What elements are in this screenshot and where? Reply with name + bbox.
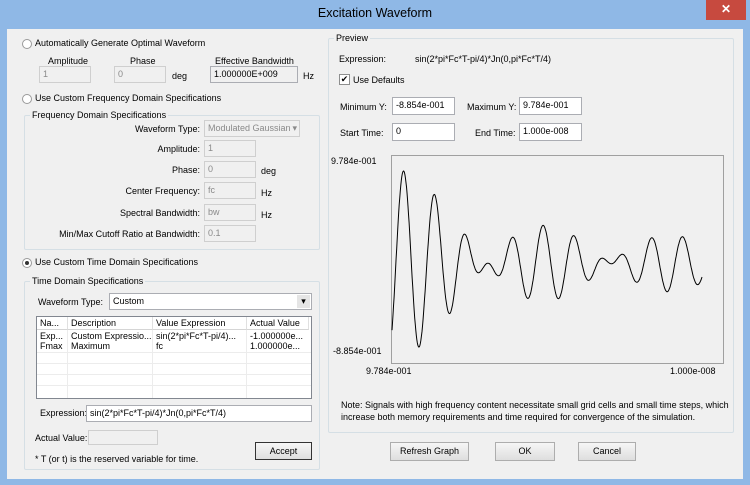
close-icon: ✕ (720, 2, 732, 16)
window-title: Excitation Waveform (317, 6, 433, 20)
cell-name: Fmax (40, 341, 63, 351)
maximum-y-input[interactable]: 9.784e-001 (519, 97, 582, 115)
freq-waveform-type-value: Modulated Gaussian (208, 123, 291, 133)
amplitude-header: Amplitude (48, 56, 89, 66)
end-time-input[interactable]: 1.000e-008 (519, 123, 582, 141)
column-header-description[interactable]: Description (68, 317, 153, 330)
waveform-chart (391, 155, 724, 364)
preview-title: Preview (334, 33, 371, 43)
expression-input[interactable]: sin(2*pi*Fc*T-pi/4)*Jn(0,pi*Fc*T/4) (86, 405, 312, 422)
time-domain-title: Time Domain Specifications (30, 276, 146, 286)
phase-header: Phase (130, 56, 156, 66)
cell-value-expression: fc (156, 341, 164, 351)
cutoff-ratio-input[interactable]: 0.1 (204, 225, 256, 242)
bandwidth-header: Effective Bandwidth (215, 56, 294, 66)
auto-generate-label: Automatically Generate Optimal Waveform (35, 38, 206, 48)
start-time-input[interactable]: 0 (392, 123, 455, 141)
maximum-y-label: Maximum Y: (467, 102, 517, 112)
spectral-bandwidth-input[interactable]: bw (204, 204, 256, 221)
minimum-y-label: Minimum Y: (340, 102, 387, 112)
close-button[interactable]: ✕ (706, 0, 746, 20)
frequency-domain-title: Frequency Domain Specifications (30, 110, 169, 120)
refresh-graph-button[interactable]: Refresh Graph (390, 442, 469, 461)
spectral-bandwidth-label: Spectral Bandwidth: (119, 208, 200, 218)
cancel-button[interactable]: Cancel (578, 442, 636, 461)
expression-label: Expression: (40, 408, 88, 418)
y-max-tick-label: 9.784e-001 (331, 156, 377, 166)
center-frequency-label: Center Frequency: (125, 186, 200, 196)
cell-description: Maximum Frequency (71, 341, 111, 351)
freq-phase-input[interactable]: 0 (204, 161, 256, 178)
end-time-label: End Time: (475, 128, 516, 138)
center-frequency-input[interactable]: fc (204, 182, 256, 199)
custom-frequency-radio[interactable] (22, 94, 32, 104)
preview-expression-value: sin(2*pi*Fc*T-pi/4)*Jn(0,pi*Fc*T/4) (415, 54, 552, 64)
use-defaults-label: Use Defaults (353, 75, 405, 85)
custom-time-label: Use Custom Time Domain Specifications (35, 257, 199, 267)
x-start-tick-label: 9.784e-001 (366, 366, 412, 376)
freq-phase-label: Phase: (171, 165, 200, 175)
minimum-y-input[interactable]: -8.854e-001 (392, 97, 455, 115)
auto-phase-input[interactable]: 0 (114, 66, 166, 83)
effective-bandwidth-input[interactable]: 1.000000E+009 (210, 66, 298, 83)
actual-value-input[interactable] (88, 430, 158, 445)
y-min-tick-label: -8.854e-001 (333, 346, 382, 356)
time-waveform-type-label: Waveform Type: (38, 297, 104, 307)
custom-time-radio[interactable] (22, 258, 32, 268)
bandwidth-unit: Hz (303, 71, 314, 81)
x-end-tick-label: 1.000e-008 (670, 366, 716, 376)
column-header-value-expression[interactable]: Value Expression (153, 317, 247, 330)
spectral-bandwidth-unit: Hz (261, 210, 272, 220)
custom-frequency-label: Use Custom Frequency Domain Specificatio… (35, 93, 222, 103)
ok-button[interactable]: OK (495, 442, 555, 461)
freq-waveform-type-select[interactable]: Modulated Gaussian ▾ (204, 120, 300, 137)
cutoff-ratio-label: Min/Max Cutoff Ratio at Bandwidth: (59, 229, 200, 239)
center-frequency-unit: Hz (261, 188, 272, 198)
parameters-table: Na... Description Value Expression Actua… (36, 316, 312, 399)
plot-area (391, 155, 724, 364)
time-variable-note: * T (or t) is the reserved variable for … (35, 454, 199, 464)
cell-actual-value: 1.000000e... (250, 341, 301, 351)
freq-amplitude-label: Amplitude: (157, 144, 200, 154)
freq-amplitude-input[interactable]: 1 (204, 140, 256, 157)
phase-unit: deg (172, 71, 188, 81)
use-defaults-checkbox[interactable]: ✔ (339, 74, 350, 85)
auto-amplitude-input[interactable]: 1 (39, 66, 91, 83)
freq-waveform-type-label: Waveform Type: (134, 124, 200, 134)
accept-button[interactable]: Accept (255, 442, 312, 460)
preview-note-line2: increase both memory requirements and ti… (341, 412, 696, 422)
actual-value-label: Actual Value: (35, 433, 88, 443)
preview-note-line1: Note: Signals with high frequency conten… (341, 400, 729, 410)
chevron-down-icon: ▾ (292, 123, 297, 133)
auto-generate-radio[interactable] (22, 39, 32, 49)
column-header-actual-value[interactable]: Actual Value (247, 317, 309, 330)
column-header-name[interactable]: Na... (37, 317, 68, 330)
start-time-label: Start Time: (340, 128, 384, 138)
time-waveform-type-value: Custom (113, 296, 145, 306)
time-waveform-type-select[interactable]: Custom ▾ (109, 293, 312, 310)
preview-expression-label: Expression: (339, 54, 387, 64)
chevron-down-icon: ▾ (297, 295, 310, 308)
freq-phase-unit: deg (261, 166, 277, 176)
